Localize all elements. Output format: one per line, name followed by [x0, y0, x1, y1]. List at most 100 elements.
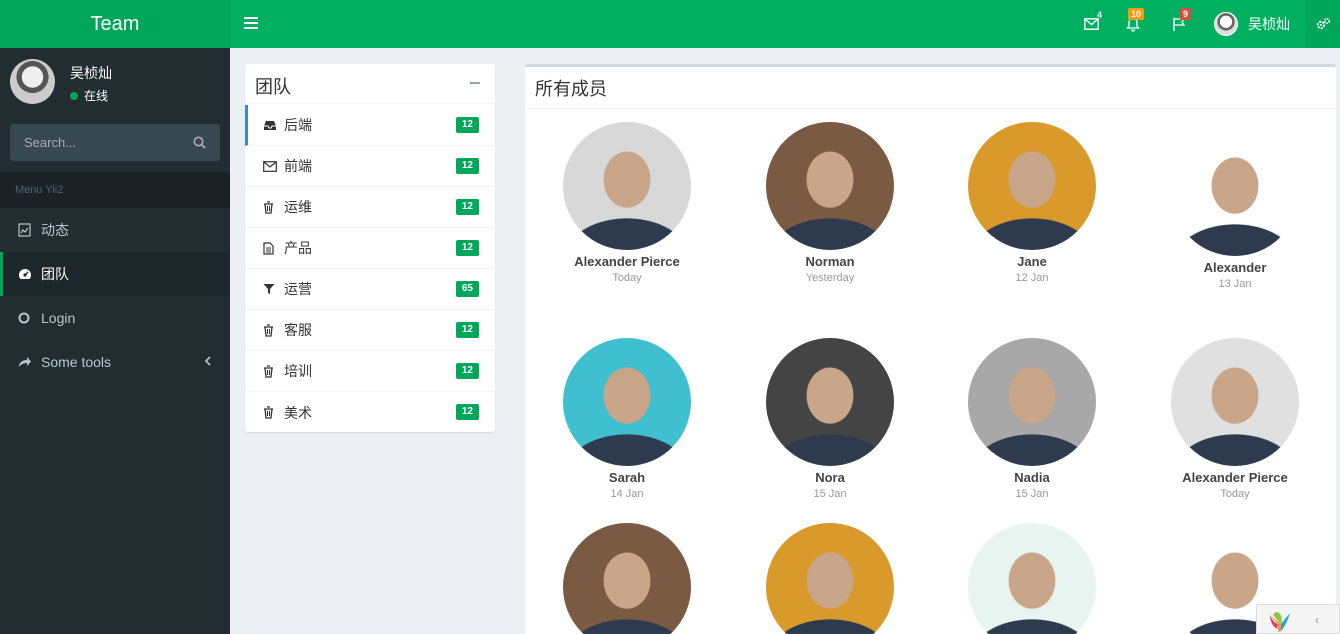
members-box-title: 所有成员 — [525, 67, 1336, 109]
user-panel-name: 吴桢灿 — [70, 65, 112, 81]
member-date: 13 Jan — [1218, 278, 1252, 290]
member-card[interactable]: Nadia 15 Jan — [932, 338, 1132, 500]
member-card[interactable]: Norman Yesterday — [730, 122, 930, 284]
member-card[interactable]: Jane 12 Jan — [932, 122, 1132, 284]
member-photo[interactable] — [766, 122, 894, 250]
inbox-icon — [263, 120, 277, 131]
dashboard-chart-icon — [18, 223, 32, 237]
member-photo[interactable] — [968, 523, 1096, 634]
share-icon — [18, 356, 32, 368]
member-name[interactable]: Jane — [932, 254, 1132, 269]
notifications-button[interactable]: 10 — [1120, 0, 1146, 48]
settings-button[interactable] — [1306, 0, 1340, 48]
team-item-support[interactable]: 客服 12 — [245, 310, 495, 351]
avatar — [1214, 12, 1238, 36]
envelope-icon — [263, 160, 277, 172]
tasks-button[interactable]: 9 — [1166, 0, 1192, 48]
menu-header: Menu Yii2 — [0, 172, 230, 208]
trash-icon — [263, 364, 277, 378]
teams-box-header: 团队 — [245, 64, 495, 104]
member-date: 15 Jan — [1015, 488, 1049, 500]
chevron-left-icon[interactable]: ‹ — [1315, 613, 1319, 627]
chevron-left-icon — [204, 356, 211, 366]
member-photo[interactable] — [766, 523, 894, 634]
sidebar-item-some-tools[interactable]: Some tools — [0, 340, 230, 384]
team-count-badge: 12 — [455, 117, 479, 133]
circle-icon — [18, 312, 32, 324]
member-card[interactable]: Alexander Pierce Today — [1135, 338, 1335, 500]
member-card[interactable]: Nora 15 Jan — [730, 338, 930, 500]
member-name[interactable]: Alexander — [1135, 260, 1335, 275]
member-photo[interactable] — [968, 338, 1096, 466]
member-date: 14 Jan — [610, 488, 644, 500]
team-count-badge: 65 — [455, 281, 479, 297]
member-name[interactable]: Nora — [730, 470, 930, 485]
member-card[interactable]: Alexander Pierce Today — [527, 122, 727, 284]
trash-icon — [263, 406, 277, 419]
team-item-backend[interactable]: 后端 12 — [245, 105, 495, 146]
palette-icon — [18, 268, 32, 280]
team-count-badge: 12 — [455, 322, 479, 338]
members-box: 所有成员 Alexander Pierce Today Norman Yesterda… — [525, 64, 1336, 634]
gears-icon — [1316, 17, 1331, 30]
member-name[interactable]: Nadia — [932, 470, 1132, 485]
messages-button[interactable]: 4 — [1078, 0, 1104, 48]
team-item-ops[interactable]: 运维 12 — [245, 187, 495, 228]
team-count-badge: 12 — [455, 363, 479, 379]
member-date: Yesterday — [805, 272, 855, 284]
member-photo[interactable] — [1171, 338, 1299, 466]
team-count-badge: 12 — [455, 199, 479, 215]
member-card[interactable] — [932, 523, 1132, 634]
sidebar-item-login[interactable]: Login — [0, 296, 230, 340]
member-name[interactable]: Sarah — [527, 470, 727, 485]
trash-icon — [263, 200, 277, 214]
member-photo[interactable] — [968, 122, 1096, 250]
top-navbar: 4 10 9 吴桢灿 — [230, 0, 1340, 48]
member-date: Today — [1220, 488, 1250, 500]
sidebar: 吴桢灿 在线 Search... Menu Yii2 动态 团队 Login S… — [0, 48, 230, 634]
member-photo[interactable] — [563, 523, 691, 634]
team-count-badge: 12 — [455, 158, 479, 174]
user-panel: 吴桢灿 在线 — [0, 48, 230, 116]
team-item-operations[interactable]: 运营 65 — [245, 269, 495, 310]
collapse-icon[interactable] — [470, 82, 480, 84]
member-date: 12 Jan — [1015, 272, 1049, 284]
sidebar-toggle-button[interactable] — [244, 14, 258, 34]
hamburger-icon — [244, 17, 258, 19]
member-photo[interactable] — [563, 338, 691, 466]
team-item-training[interactable]: 培训 12 — [245, 351, 495, 392]
member-date: Today — [612, 272, 642, 284]
member-photo[interactable] — [766, 338, 894, 466]
app-logo[interactable]: Team — [0, 0, 230, 48]
notifications-count: 10 — [1128, 8, 1145, 20]
member-date: 15 Jan — [813, 488, 847, 500]
tasks-count: 9 — [1180, 8, 1192, 20]
user-menu[interactable]: 吴桢灿 — [1214, 0, 1290, 48]
member-card[interactable] — [527, 523, 727, 634]
team-item-frontend[interactable]: 前端 12 — [245, 146, 495, 187]
member-name[interactable]: Alexander Pierce — [1135, 470, 1335, 485]
yii-logo-icon — [1270, 612, 1290, 632]
online-status: 在线 — [70, 87, 108, 104]
trash-icon — [263, 323, 277, 337]
team-count-badge: 12 — [455, 240, 479, 256]
member-card[interactable]: Sarah 14 Jan — [527, 338, 727, 500]
yii-debug-toolbar[interactable]: ‹ — [1256, 604, 1340, 634]
member-photo[interactable] — [563, 122, 691, 250]
avatar — [10, 59, 55, 104]
member-card[interactable]: Alexander 13 Jan — [1135, 128, 1335, 290]
team-item-art[interactable]: 美术 12 — [245, 392, 495, 433]
teams-box: 团队 后端 12 前端 12 运维 12 产品 12 运营 65 客服 12 培… — [245, 64, 495, 432]
member-card[interactable] — [730, 523, 930, 634]
team-item-product[interactable]: 产品 12 — [245, 228, 495, 269]
search-icon[interactable] — [193, 136, 206, 149]
messages-count: 4 — [1097, 10, 1103, 20]
member-photo[interactable] — [1171, 128, 1299, 256]
member-name[interactable]: Alexander Pierce — [527, 254, 727, 269]
sidebar-item-team[interactable]: 团队 — [0, 252, 230, 296]
sidebar-item-dynamics[interactable]: 动态 — [0, 208, 230, 252]
online-dot-icon — [70, 91, 78, 100]
search-input[interactable]: Search... — [10, 124, 220, 161]
member-name[interactable]: Norman — [730, 254, 930, 269]
filter-icon — [263, 283, 277, 295]
